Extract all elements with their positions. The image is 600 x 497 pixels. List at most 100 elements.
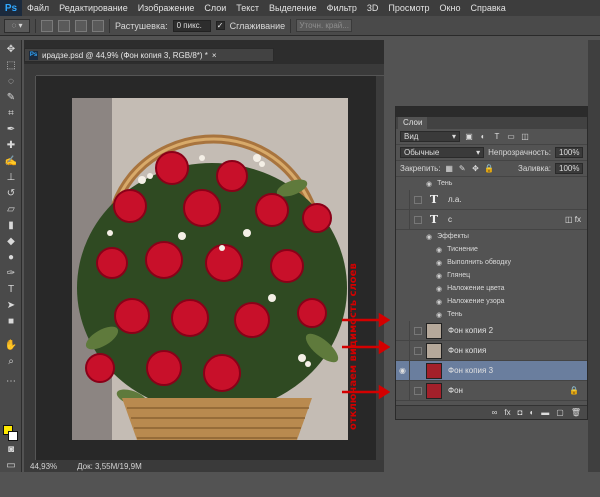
new-selection-icon[interactable] xyxy=(41,19,53,32)
effect-visibility-icon[interactable]: ◉ xyxy=(436,298,442,306)
filter-pixel-icon[interactable]: ▣ xyxy=(464,132,474,141)
marquee-tool-icon[interactable]: ⬚ xyxy=(4,60,18,72)
gradient-tool-icon[interactable]: ▮ xyxy=(4,220,18,232)
add-selection-icon[interactable] xyxy=(58,19,70,32)
layer-row[interactable]: Фон копия xyxy=(396,340,587,361)
effects-group[interactable]: ◉ Эффекты xyxy=(396,230,587,243)
filter-smart-object-icon[interactable]: ◫ xyxy=(520,132,530,141)
filter-type-icon[interactable]: T xyxy=(492,132,502,141)
menu-3d[interactable]: 3D xyxy=(362,3,384,13)
screen-mode-icon[interactable]: ▭ xyxy=(4,460,18,472)
menu-filter[interactable]: Фильтр xyxy=(322,3,362,13)
effect-item[interactable]: ◉ Глянец xyxy=(396,269,587,282)
layer-visibility-icon[interactable]: ◉ xyxy=(396,360,410,381)
layer-visibility-icon[interactable] xyxy=(396,209,410,230)
blend-mode-select[interactable]: Обычные ▾ xyxy=(400,147,485,158)
healing-brush-tool-icon[interactable]: ✚ xyxy=(4,140,18,152)
effect-visibility-icon[interactable]: ◉ xyxy=(426,180,432,188)
lock-transparent-icon[interactable]: ▦ xyxy=(445,164,454,173)
clone-stamp-tool-icon[interactable]: ⊥ xyxy=(4,172,18,184)
adjustment-layer-icon[interactable]: ◐ xyxy=(529,408,534,417)
layer-checkbox[interactable] xyxy=(414,215,422,224)
effect-visibility-icon[interactable]: ◉ xyxy=(436,285,442,293)
menu-type[interactable]: Текст xyxy=(231,3,264,13)
layer-row[interactable]: Фон 🔒 xyxy=(396,380,587,401)
delete-layer-icon[interactable]: 🗑 xyxy=(571,408,581,417)
layer-checkbox[interactable] xyxy=(414,386,422,395)
pen-tool-icon[interactable]: ✑ xyxy=(4,268,18,280)
layer-visibility-icon[interactable] xyxy=(396,189,410,210)
zoom-level[interactable]: 44,93% xyxy=(30,462,57,471)
ruler-top[interactable] xyxy=(36,64,384,76)
intersect-selection-icon[interactable] xyxy=(92,19,104,32)
layer-checkbox[interactable] xyxy=(414,367,422,375)
refine-edge-button[interactable]: Уточн. край... xyxy=(296,19,353,32)
effect-item[interactable]: ◉ Наложение цвета xyxy=(396,282,587,295)
effect-item[interactable]: ◉ Тень xyxy=(396,177,587,190)
panel-header[interactable] xyxy=(396,107,587,117)
history-brush-tool-icon[interactable]: ↺ xyxy=(4,188,18,200)
layer-checkbox[interactable] xyxy=(414,346,422,355)
move-tool-icon[interactable]: ✥ xyxy=(4,44,18,56)
effect-visibility-icon[interactable]: ◉ xyxy=(436,246,442,254)
filter-adjustment-icon[interactable]: ◐ xyxy=(478,132,488,141)
effect-item[interactable]: ◉ Тень xyxy=(396,308,587,321)
quick-mask-icon[interactable]: ◙ xyxy=(4,444,18,456)
antialias-checkbox[interactable]: ✓ xyxy=(215,21,225,30)
add-mask-icon[interactable]: ◘ xyxy=(518,408,523,417)
menu-select[interactable]: Выделение xyxy=(264,3,322,13)
link-layers-icon[interactable]: ∞ xyxy=(492,408,498,417)
path-selection-tool-icon[interactable]: ➤ xyxy=(4,300,18,312)
lasso-tool-icon[interactable]: ◌ xyxy=(4,76,18,88)
rose-basket-image[interactable] xyxy=(72,98,348,440)
subtract-selection-icon[interactable] xyxy=(75,19,87,32)
layer-row[interactable]: T с ◫ fx xyxy=(396,209,587,230)
quick-selection-tool-icon[interactable]: ✎ xyxy=(4,92,18,104)
layer-visibility-icon[interactable] xyxy=(396,340,410,361)
effect-visibility-icon[interactable]: ◉ xyxy=(436,311,442,319)
type-tool-icon[interactable]: T xyxy=(4,284,18,296)
layer-checkbox[interactable] xyxy=(414,326,422,335)
close-tab-icon[interactable]: × xyxy=(212,51,217,60)
filter-shape-icon[interactable]: ▭ xyxy=(506,132,516,141)
layer-row-selected[interactable]: ◉ Фон копия 3 xyxy=(396,360,587,381)
canvas-area[interactable] xyxy=(36,76,384,472)
dodge-tool-icon[interactable]: ● xyxy=(4,252,18,264)
menu-image[interactable]: Изображение xyxy=(133,3,200,13)
brush-tool-icon[interactable]: ✍ xyxy=(4,156,18,168)
layer-filter-select[interactable]: Вид ▾ xyxy=(400,131,460,142)
lasso-tool-preset-icon[interactable]: ◌ ▾ xyxy=(4,18,30,33)
effect-visibility-icon[interactable]: ◉ xyxy=(436,272,442,280)
zoom-tool-icon[interactable]: ⌕ xyxy=(4,356,18,368)
layer-checkbox[interactable] xyxy=(414,195,422,204)
menu-file[interactable]: Файл xyxy=(22,3,54,13)
eyedropper-tool-icon[interactable]: ✒ xyxy=(4,124,18,136)
crop-tool-icon[interactable]: ⌗ xyxy=(4,108,18,120)
background-color-swatch[interactable] xyxy=(8,431,18,441)
menu-window[interactable]: Окно xyxy=(435,3,466,13)
tab-layers[interactable]: Слои xyxy=(398,117,428,129)
more-tools-icon[interactable]: ⋯ xyxy=(4,376,18,388)
layer-row[interactable]: T л.а. xyxy=(396,189,587,210)
menu-help[interactable]: Справка xyxy=(465,3,510,13)
effect-item[interactable]: ◉ Тиснение xyxy=(396,243,587,256)
add-style-icon[interactable]: fx xyxy=(504,408,510,417)
effect-item[interactable]: ◉ Выполнить обводку xyxy=(396,256,587,269)
fill-input[interactable]: 100% xyxy=(555,163,583,174)
effect-item[interactable]: ◉ Наложение узора xyxy=(396,295,587,308)
shape-tool-icon[interactable]: ■ xyxy=(4,316,18,328)
menu-layers[interactable]: Слои xyxy=(199,3,231,13)
hand-tool-icon[interactable]: ✋ xyxy=(4,340,18,352)
layer-visibility-icon[interactable] xyxy=(396,380,410,401)
opacity-input[interactable]: 100% xyxy=(555,147,583,158)
lock-position-icon[interactable]: ✥ xyxy=(471,164,480,173)
menu-edit[interactable]: Редактирование xyxy=(54,3,133,13)
ruler-left[interactable] xyxy=(24,76,36,472)
document-tab[interactable]: Ps ирадзе.psd @ 44,9% (Фон копия 3, RGB/… xyxy=(24,48,274,62)
new-group-icon[interactable]: ▬ xyxy=(541,408,549,417)
blur-tool-icon[interactable]: ◆ xyxy=(4,236,18,248)
layer-visibility-icon[interactable] xyxy=(396,320,410,341)
effects-visibility-icon[interactable]: ◉ xyxy=(426,233,432,241)
lock-all-icon[interactable]: 🔒 xyxy=(484,164,494,173)
layer-row[interactable]: Фон копия 2 xyxy=(396,320,587,341)
